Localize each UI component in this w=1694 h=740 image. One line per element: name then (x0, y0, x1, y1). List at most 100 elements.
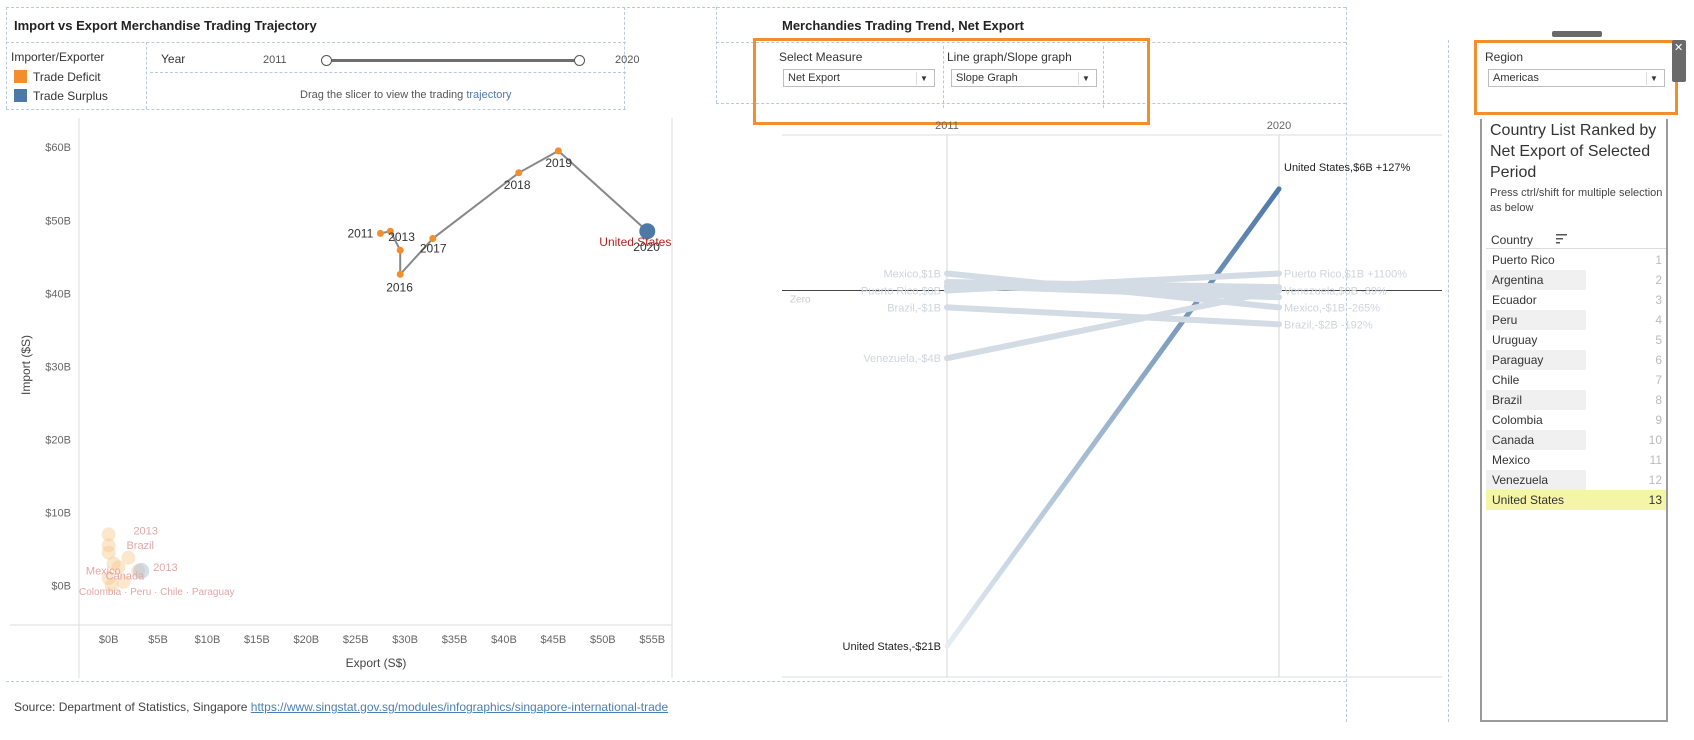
legend-title: Importer/Exporter (11, 50, 105, 64)
trajectory-line (380, 149, 648, 277)
slider-handle-start[interactable] (321, 55, 332, 66)
ranking-hint: Press ctrl/shift for multiple selection … (1490, 187, 1663, 214)
slider-hint-text: Drag the slicer to view the trading (300, 89, 467, 101)
y-tick-label: $10B (45, 507, 71, 519)
trajectory-point (515, 169, 523, 177)
ranking-number: 12 (1648, 473, 1662, 487)
y-tick-label: $50B (45, 215, 71, 227)
trajectory-year-label: 2016 (386, 280, 413, 294)
faded-data-label: Canada (106, 571, 145, 583)
year-slider-label: Year (161, 52, 186, 66)
source-link[interactable]: https://www.singstat.gov.sg/modules/info… (251, 700, 668, 714)
trajectory-year-label: 2018 (504, 178, 531, 192)
trajectory-country-label: United States (599, 235, 671, 249)
slope-end-label: United States,$6B +127% (1284, 162, 1410, 174)
ranking-number: 5 (1655, 333, 1662, 347)
ranking-country-name: Brazil (1492, 393, 1523, 407)
ranking-country-name: Argentina (1492, 273, 1544, 287)
slope-start-label: Puerto Rico,$0B (861, 285, 941, 297)
ranking-row[interactable]: Mexico 11 (1486, 450, 1666, 470)
faded-data-label: Brazil (126, 540, 154, 552)
surplus-swatch (14, 89, 27, 102)
x-tick-label: $0B (99, 634, 119, 646)
ranking-row[interactable]: United States 13 (1486, 490, 1666, 510)
faded-data-point (121, 550, 136, 565)
slope-start-label: Venezuela,-$4B (863, 353, 941, 365)
region-highlight-box (1474, 40, 1678, 115)
faded-data-label: 2013 (133, 525, 157, 537)
slope-start-label: Brazil,-$1B (887, 302, 941, 314)
ranking-row[interactable]: Ecuador 3 (1486, 290, 1666, 310)
ranking-country-name: Paraguay (1492, 353, 1544, 367)
y-tick-label: $30B (45, 361, 71, 373)
legend-label-surplus: Trade Surplus (33, 89, 108, 103)
ranking-country-name: Ecuador (1492, 293, 1537, 307)
trajectory-point (396, 246, 404, 254)
ranking-row[interactable]: Uruguay 5 (1486, 330, 1666, 350)
slider-hint: Drag the slicer to view the trading traj… (300, 89, 512, 101)
y-tick-label: $60B (45, 142, 71, 154)
year-end-label: 2020 (615, 54, 640, 66)
slider-handle-end[interactable] (574, 55, 585, 66)
x-axis-title: Export (S$) (346, 656, 407, 670)
legend-label-deficit: Trade Deficit (33, 70, 101, 84)
deficit-swatch (14, 70, 27, 83)
ranking-row[interactable]: Colombia 9 (1486, 410, 1666, 430)
slope-start-label: Mexico,$1B (884, 269, 941, 281)
trajectory-point (554, 147, 562, 155)
ranking-row[interactable]: Venezuela 12 (1486, 470, 1666, 490)
ranking-number: 11 (1649, 453, 1662, 467)
ranking-number: 4 (1655, 313, 1662, 327)
x-tick-label: $5B (148, 634, 168, 646)
ranking-number: 10 (1648, 433, 1662, 447)
ranking-country-name: Chile (1492, 373, 1520, 387)
ranking-country-name: Mexico (1492, 453, 1531, 467)
ranking-row[interactable]: Argentina 2 (1486, 270, 1666, 290)
ranking-row[interactable]: Peru 4 (1486, 310, 1666, 330)
source-note: Source: Department of Statistics, Singap… (14, 700, 668, 714)
ranking-country-name: United States (1492, 493, 1565, 507)
ranking-row[interactable]: Puerto Rico 1 (1486, 250, 1666, 270)
ranking-country-name: Colombia (1492, 413, 1543, 427)
ranking-country-name: Peru (1492, 313, 1518, 327)
ranking-number: 2 (1655, 273, 1662, 287)
slope-end-label: Brazil,-$2B -192% (1284, 319, 1373, 331)
panel-close-tab[interactable]: ✕ (1672, 40, 1686, 82)
zero-label: Zero (790, 294, 811, 305)
trajectory-year-label: 2019 (545, 156, 572, 170)
ranking-country-name: Venezuela (1492, 473, 1549, 487)
ranking-column-header[interactable]: Country (1491, 233, 1533, 247)
x-tick-label: $20B (293, 634, 319, 646)
ranking-row[interactable]: Chile 7 (1486, 370, 1666, 390)
trajectory-year-label: 2017 (420, 242, 447, 256)
slope-end-label: Venezuela,$0B -89% (1284, 285, 1387, 297)
x-tick-label: $15B (244, 634, 270, 646)
faded-overlap-labels: Colombia · Peru · Chile · Paraguay (79, 587, 235, 598)
x-tick-label: $10B (195, 634, 221, 646)
trajectory-point (396, 270, 404, 278)
x-tick-label: $40B (491, 634, 517, 646)
source-text: Source: Department of Statistics, Singap… (14, 700, 251, 714)
slope-chart[interactable]: 2011 2020 Zero United States,-$21B United St… (760, 110, 1450, 685)
ranking-row[interactable]: Canada 10 (1486, 430, 1666, 450)
floating-handle[interactable] (1552, 31, 1602, 37)
x-tick-label: $45B (541, 634, 567, 646)
slider-hint-link: trajectory (466, 89, 512, 101)
slope-start-label: United States,-$21B (843, 641, 941, 653)
x-tick-label: $50B (590, 634, 616, 646)
ranking-row[interactable]: Brazil 8 (1486, 390, 1666, 410)
ranking-row[interactable]: Paraguay 6 (1486, 350, 1666, 370)
faded-data-label: 2013 (153, 562, 177, 574)
scatter-chart[interactable]: $0B $10B $20B $30B $40B $50B $60B $0B $5B $10B $15… (0, 110, 680, 680)
slope-panel-title: Merchandies Trading Trend, Net Export (782, 18, 1024, 33)
ranking-number: 3 (1655, 293, 1662, 307)
sort-icon[interactable] (1556, 233, 1568, 245)
trajectory-year-label: 2013 (388, 230, 415, 244)
slope-end-label: Puerto Rico,$1B +1100% (1284, 269, 1407, 281)
trajectory-year-label: 2011 (347, 226, 373, 240)
slope-line-highlight (944, 186, 1282, 649)
y-tick-label: $40B (45, 288, 71, 300)
ranking-number: 8 (1655, 393, 1662, 407)
y-tick-label: $20B (45, 434, 71, 446)
ranking-number: 13 (1648, 493, 1662, 507)
